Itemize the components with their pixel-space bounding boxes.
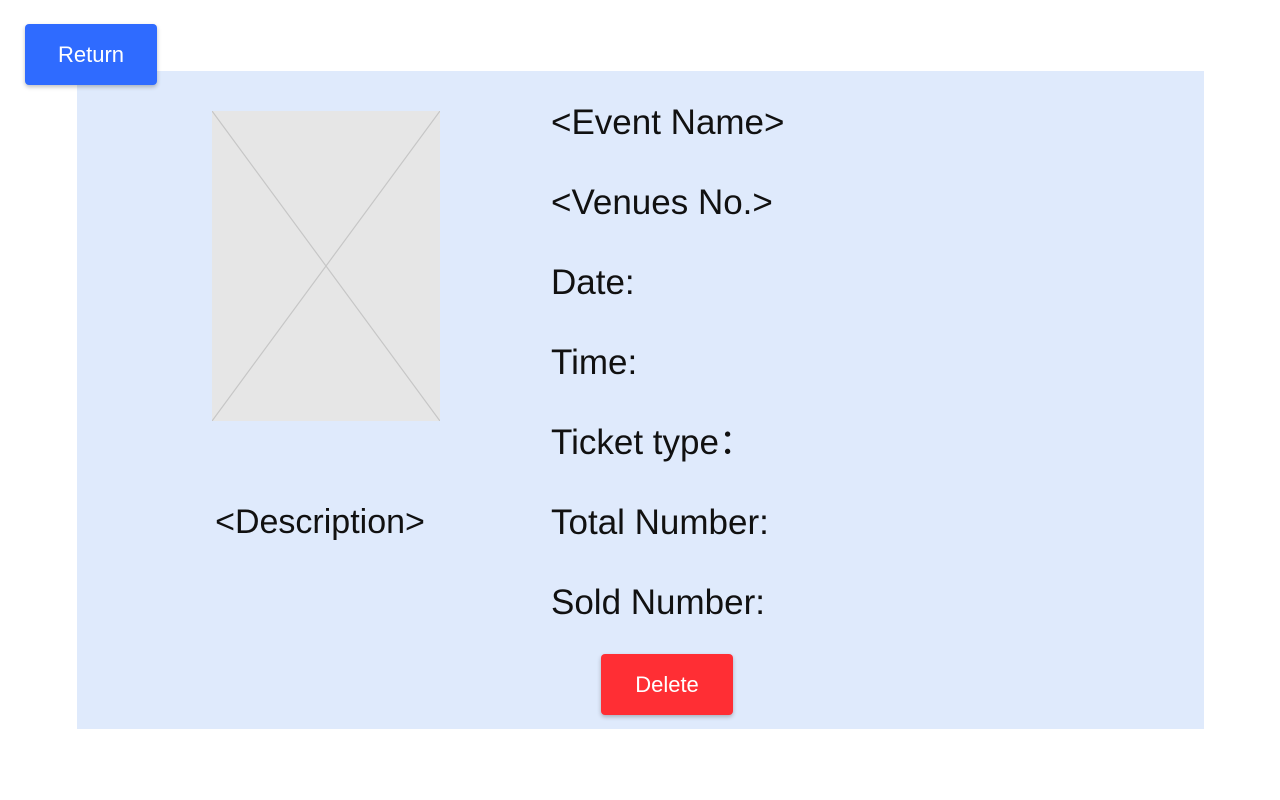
delete-button[interactable]: Delete [601, 654, 733, 715]
event-description: <Description> [215, 503, 425, 541]
event-date-label: Date: [551, 263, 635, 302]
event-sold-number-label: Sold Number: [551, 583, 765, 622]
event-image [212, 111, 440, 421]
event-ticket-type-label: Ticket type： [551, 423, 754, 462]
event-total-number-label: Total Number: [551, 503, 769, 542]
event-venues: <Venues No.> [551, 183, 773, 222]
event-name: <Event Name> [551, 103, 785, 142]
return-button[interactable]: Return [25, 24, 157, 85]
image-placeholder-icon [212, 111, 440, 421]
event-detail-page: Return <Description> <Event Name> <Venue… [0, 0, 1280, 800]
event-time-label: Time: [551, 343, 638, 382]
